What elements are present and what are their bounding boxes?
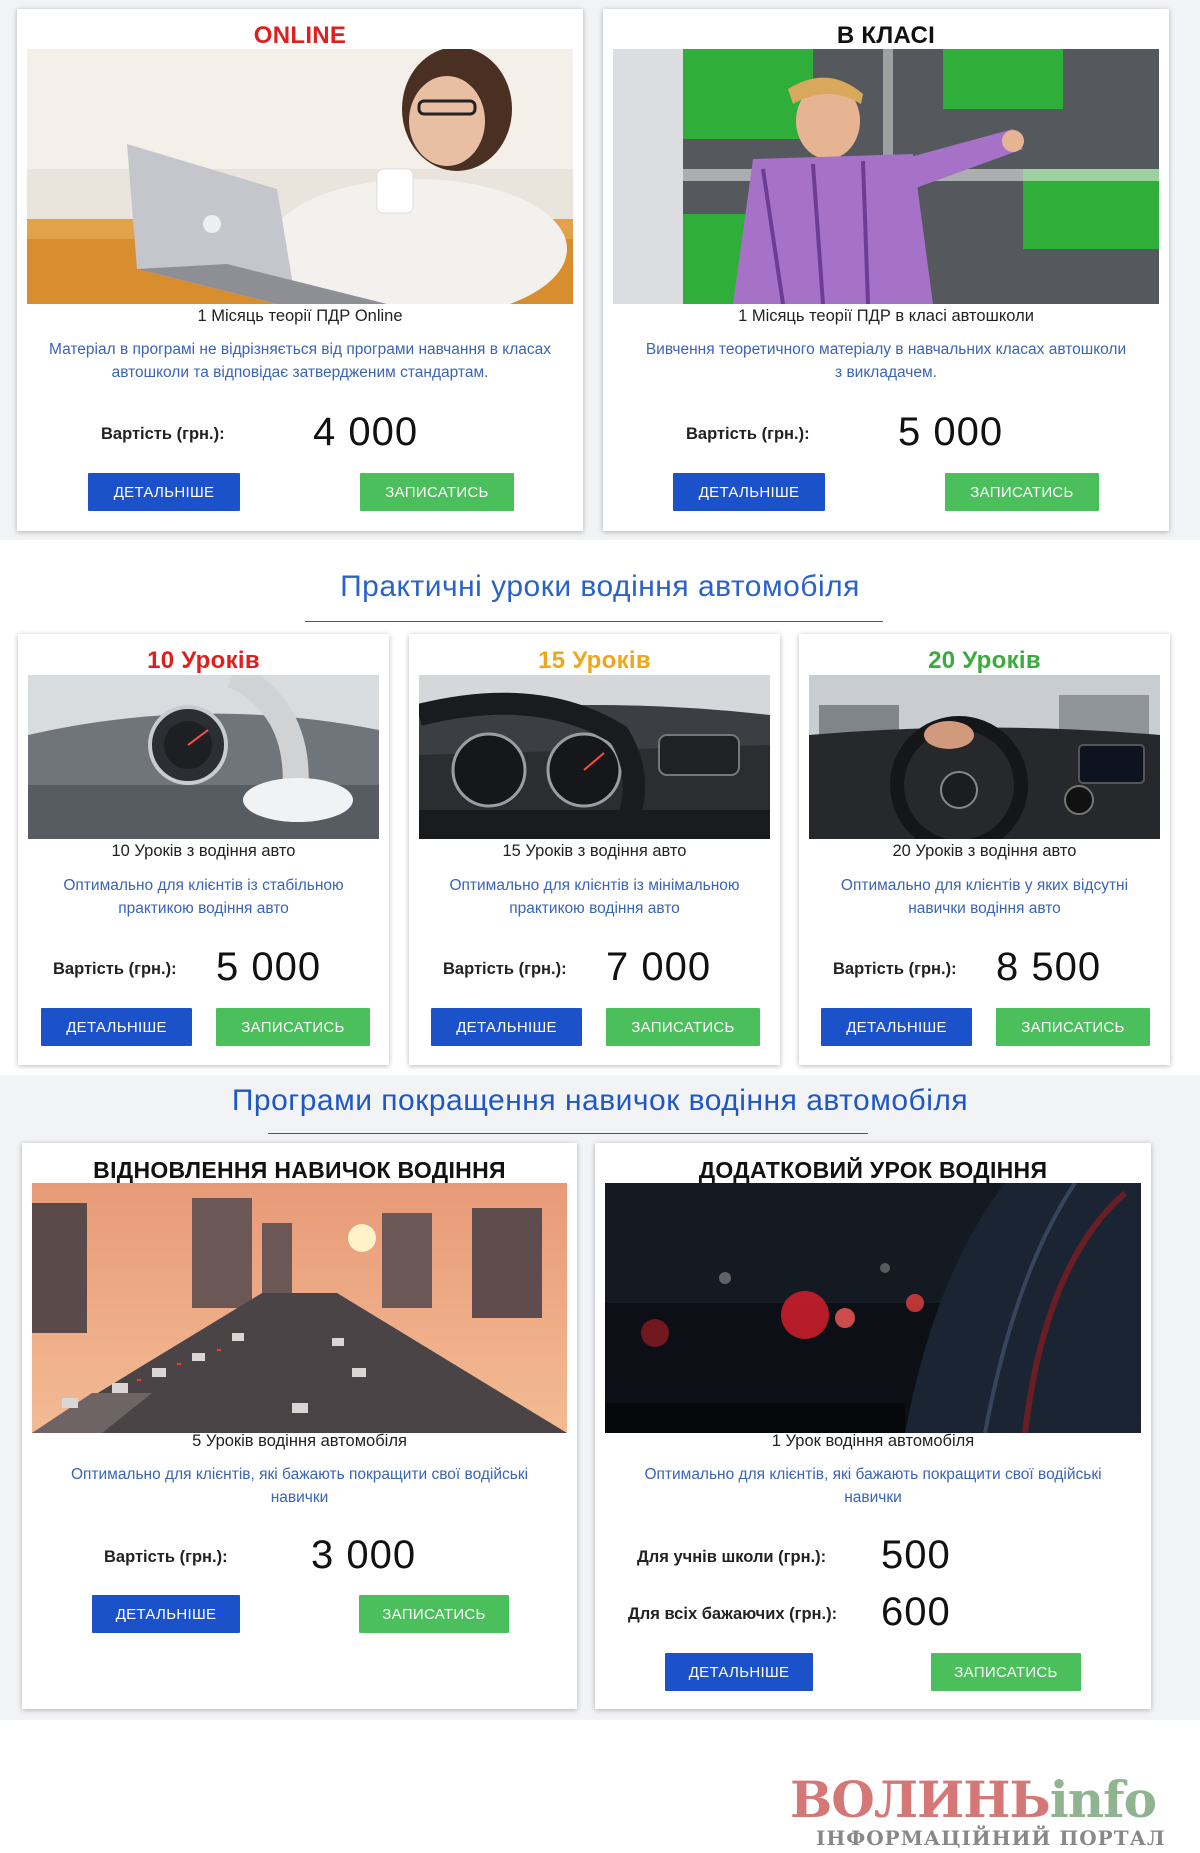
improvement-section-heading: Програми покращення навичок водіння авто… — [231, 1084, 969, 1117]
practice-card-10-lessons: 10 Уроків 10 Уроків з водіння авто Оптим… — [18, 634, 389, 1065]
logo-brand-suffix: info — [1049, 1770, 1157, 1829]
logo-brand-main: ВОЛИНЬ — [790, 1770, 1051, 1829]
details-button[interactable]: ДЕТАЛЬНІШЕ — [821, 1008, 972, 1046]
signup-button[interactable]: ЗАПИСАТИСЬ — [996, 1008, 1150, 1046]
signup-button[interactable]: ЗАПИСАТИСЬ — [931, 1653, 1081, 1691]
card-subtitle: 10 Уроків з водіння авто — [111, 842, 296, 860]
price-label: Вартість (грн.): — [101, 425, 225, 443]
price-value: 3 000 — [311, 1533, 417, 1577]
details-button[interactable]: ДЕТАЛЬНІШЕ — [431, 1008, 582, 1046]
improvement-heading-rule — [268, 1133, 868, 1134]
card-title: ДОДАТКОВИЙ УРОК ВОДІННЯ — [698, 1157, 1048, 1183]
card-title: 15 Уроків — [538, 647, 651, 674]
signup-button[interactable]: ЗАПИСАТИСЬ — [216, 1008, 370, 1046]
volyn-info-logo: ВОЛИНЬinfo ІНФОРМАЦІЙНИЙ ПОРТАЛ — [790, 1770, 1195, 1850]
card-subtitle: 1 Місяць теорії ПДР в класі автошколи — [738, 307, 1034, 325]
logo-brand: ВОЛИНЬinfo — [790, 1770, 1157, 1829]
practice-card-20-lessons: 20 Уроків 20 Уроків з водіння авто Оптим… — [799, 634, 1170, 1065]
card-title: В КЛАСІ — [836, 22, 936, 49]
card-description: Оптимально для клієнтів, які бажають пок… — [70, 1466, 529, 1506]
students-price-label: Для учнів школи (грн.): — [637, 1548, 827, 1566]
price-label: Вартість (грн.): — [686, 425, 810, 443]
card-title: 20 Уроків — [928, 647, 1041, 674]
price-label: Вартість (грн.): — [443, 960, 567, 978]
card-title: ONLINE — [253, 22, 347, 49]
card-image-online-student — [27, 49, 573, 304]
price-label: Вартість (грн.): — [53, 960, 177, 978]
price-value: 5 000 — [898, 410, 1004, 454]
card-subtitle: 15 Уроків з водіння авто — [502, 842, 687, 860]
price-value: 7 000 — [606, 945, 712, 989]
improvement-card-extra-lesson: ДОДАТКОВИЙ УРОК ВОДІННЯ 1 Урок водіння а… — [595, 1143, 1151, 1709]
card-image-classroom-instructor — [613, 49, 1159, 304]
price-label: Вартість (грн.): — [833, 960, 957, 978]
card-subtitle: 1 Місяць теорії ПДР Online — [197, 307, 403, 325]
details-button[interactable]: ДЕТАЛЬНІШЕ — [665, 1653, 813, 1691]
price-value: 4 000 — [313, 410, 419, 454]
card-title: ВІДНОВЛЕННЯ НАВИЧОК ВОДІННЯ — [93, 1157, 506, 1183]
signup-button[interactable]: ЗАПИСАТИСЬ — [945, 473, 1099, 511]
card-description: Оптимально для клієнтів із стабільною пр… — [63, 877, 344, 917]
theory-card-classroom: В КЛАСІ 1 Місяць теорії ПДР в класі авто… — [603, 9, 1169, 531]
card-description: Вивчення теоретичного матеріалу в навчал… — [645, 341, 1127, 381]
signup-button[interactable]: ЗАПИСАТИСЬ — [360, 473, 514, 511]
signup-button[interactable]: ЗАПИСАТИСЬ — [359, 1595, 509, 1633]
card-description: Оптимально для клієнтів у яких відсутні … — [840, 877, 1129, 917]
practice-heading-rule — [305, 621, 883, 622]
improvement-card-restore-skills: ВІДНОВЛЕННЯ НАВИЧОК ВОДІННЯ 5 Уроків вод… — [22, 1143, 577, 1709]
students-price-value: 500 — [881, 1533, 951, 1577]
all-price-value: 600 — [881, 1590, 951, 1634]
price-value: 5 000 — [216, 945, 322, 989]
card-description: Матеріал в програмі не відрізняється від… — [49, 341, 551, 381]
card-image-dashboard — [28, 675, 379, 839]
card-subtitle: 5 Уроків водіння автомобіля — [192, 1432, 407, 1450]
card-image-city-traffic — [32, 1183, 567, 1433]
card-description: Оптимально для клієнтів, які бажають пок… — [644, 1466, 1102, 1506]
card-title: 10 Уроків — [147, 647, 260, 674]
card-description: Оптимально для клієнтів із мінімальною п… — [449, 877, 740, 917]
details-button[interactable]: ДЕТАЛЬНІШЕ — [88, 473, 240, 511]
details-button[interactable]: ДЕТАЛЬНІШЕ — [41, 1008, 192, 1046]
details-button[interactable]: ДЕТАЛЬНІШЕ — [92, 1595, 240, 1633]
signup-button[interactable]: ЗАПИСАТИСЬ — [606, 1008, 760, 1046]
card-subtitle: 20 Уроків з водіння авто — [892, 842, 1077, 860]
details-button[interactable]: ДЕТАЛЬНІШЕ — [673, 473, 825, 511]
card-subtitle: 1 Урок водіння автомобіля — [771, 1432, 975, 1450]
price-value: 8 500 — [996, 945, 1102, 989]
card-image-night-traffic — [605, 1183, 1141, 1433]
card-image-driving-hands — [809, 675, 1160, 839]
price-label: Вартість (грн.): — [104, 1548, 228, 1566]
card-image-steering-dash — [419, 675, 770, 839]
theory-card-online: ONLINE 1 Місяць теорії ПДР Online Матері… — [17, 9, 583, 531]
logo-tagline: ІНФОРМАЦІЙНИЙ ПОРТАЛ — [816, 1826, 1166, 1850]
practice-section-heading: Практичні уроки водіння автомобіля — [340, 570, 860, 603]
all-price-label: Для всіх бажаючих (грн.): — [628, 1605, 838, 1623]
practice-card-15-lessons: 15 Уроків 15 Уроків з водіння авто Оптим… — [409, 634, 780, 1065]
